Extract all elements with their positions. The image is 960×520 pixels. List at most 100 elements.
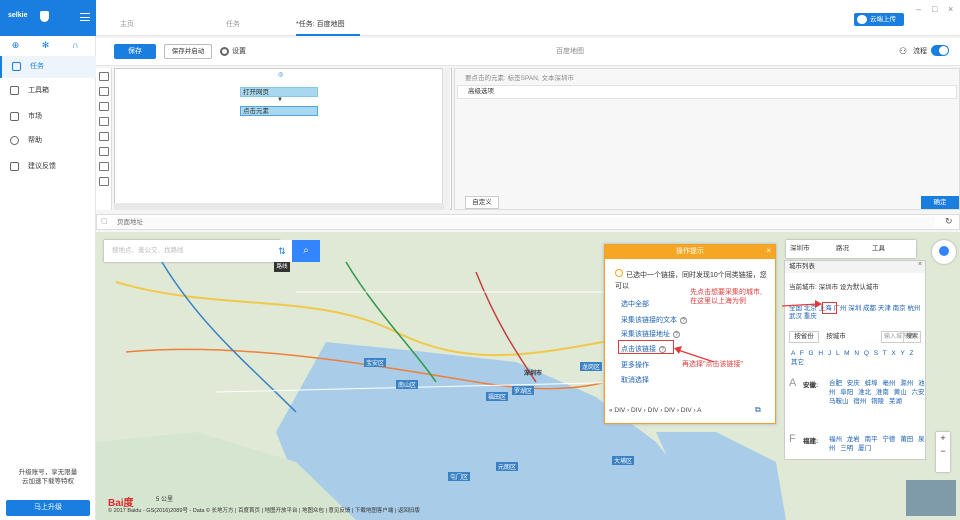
sidebar-item-label: 帮助 bbox=[28, 137, 42, 144]
map-label: 屯门区 bbox=[448, 472, 471, 481]
route-tooltip: 路线 bbox=[274, 262, 290, 272]
quick-actions: ⊕ ✻ ∩ bbox=[0, 38, 96, 54]
input-tool-icon[interactable] bbox=[99, 117, 109, 126]
properties-panel: 要点击的元素: 标签SPAN, 文本深圳市 高级选项 自定义 确定 bbox=[454, 68, 960, 210]
street-view-thumbnail[interactable] bbox=[906, 480, 956, 516]
open-page-tool-icon[interactable] bbox=[99, 72, 109, 81]
branch-tool-icon[interactable] bbox=[99, 177, 109, 186]
map-label: 南山区 bbox=[396, 380, 419, 389]
gear-icon[interactable]: ✻ bbox=[40, 40, 51, 51]
flow-toggle[interactable] bbox=[931, 45, 949, 56]
map-label: 龙岗区 bbox=[580, 362, 603, 371]
map-label: 宝安区 bbox=[364, 358, 387, 367]
sidebar-item-task[interactable]: 任务 bbox=[0, 56, 96, 78]
operation-popup-title: 操作提示 bbox=[676, 248, 704, 255]
extract-tool-icon[interactable] bbox=[99, 102, 109, 111]
captcha-tool-icon[interactable] bbox=[99, 132, 109, 141]
highlight-click-link bbox=[618, 340, 674, 354]
custom-button[interactable]: 自定义 bbox=[465, 196, 499, 209]
flow-label-wrap: ⚇ 流程 bbox=[899, 44, 927, 59]
flow-label: 流程 bbox=[913, 48, 927, 55]
map-search-button[interactable]: ⌕ bbox=[292, 240, 320, 262]
loop-tool-icon[interactable] bbox=[99, 162, 109, 171]
tab-bar: 主页 任务 *任务: 百度地图 云端上传 – □ × bbox=[96, 0, 960, 36]
sidebar-item-feedback[interactable]: 建议反馈 bbox=[0, 156, 96, 178]
headset-icon[interactable]: ∩ bbox=[70, 40, 81, 51]
info-icon bbox=[615, 269, 623, 277]
sidebar-item-label: 工具箱 bbox=[28, 87, 49, 94]
map-scale: 5 公里 bbox=[156, 497, 174, 503]
map-label: 福田区 bbox=[486, 392, 509, 401]
operation-popup-header[interactable]: 操作提示 bbox=[605, 245, 775, 259]
flow-icon: ⚇ bbox=[899, 46, 908, 56]
upgrade-button[interactable]: 马上升级 bbox=[6, 500, 90, 516]
add-icon[interactable]: ⊕ bbox=[10, 40, 21, 51]
flow-arrow-icon: ▼ bbox=[277, 97, 283, 103]
brand-header: selkie bbox=[0, 0, 96, 36]
province-name[interactable]: 安徽: bbox=[803, 379, 818, 389]
map-search-input[interactable]: 搜地点、查公交、找路线 bbox=[104, 240, 280, 262]
select-all-link[interactable]: 选中全部 bbox=[621, 299, 649, 309]
toolbox-icon bbox=[10, 86, 19, 95]
menu-icon[interactable] bbox=[80, 13, 90, 21]
refresh-icon[interactable]: ↻ bbox=[945, 216, 953, 227]
sidebar-item-help[interactable]: 帮助 bbox=[0, 130, 96, 152]
province-cities[interactable]: 福州 龙岩 南平 宁德 莆田 泉州 三明 厦门 bbox=[829, 435, 925, 453]
brand-logo: selkie bbox=[8, 12, 28, 19]
map-label: 大埔区 bbox=[612, 456, 635, 465]
close-icon[interactable]: × bbox=[948, 4, 953, 14]
cloud-upload-button[interactable]: 云端上传 bbox=[854, 13, 904, 26]
route-icon[interactable]: ⇅ bbox=[272, 240, 292, 262]
traffic-button[interactable]: 路况 bbox=[836, 240, 849, 258]
sidebar-item-label: 市场 bbox=[28, 113, 42, 120]
url-bar: ▢ ↻ bbox=[96, 214, 960, 230]
task-toolbar: 保存 保存并启动 设置 百度地图 ⚇ 流程 bbox=[96, 38, 960, 66]
external-link-icon[interactable]: ⧉ bbox=[755, 405, 761, 415]
tab-tasks[interactable]: 任务 bbox=[226, 18, 240, 36]
sidebar-item-toolbox[interactable]: 工具箱 bbox=[0, 80, 96, 102]
advanced-options[interactable]: 高级选项 bbox=[457, 85, 957, 99]
sidebar: selkie ⊕ ✻ ∩ 任务 工具箱 市场 帮助 建议反馈 升级账号，享无限量… bbox=[0, 0, 96, 520]
gear-icon bbox=[220, 47, 229, 56]
save-button[interactable]: 保存 bbox=[114, 44, 156, 59]
canvas-scrollbar-vertical[interactable] bbox=[442, 68, 450, 210]
tab-baidu-map[interactable]: *任务: 百度地图 bbox=[296, 18, 360, 36]
map-copyright: © 2017 Baidu - GS(2016)2089号 - Data © 长地… bbox=[108, 508, 420, 514]
designer-tools bbox=[96, 68, 112, 210]
extract-text-label: 采集该链接的文本 bbox=[621, 317, 677, 324]
canvas-scrollbar-horizontal[interactable] bbox=[114, 203, 444, 210]
switch-tool-icon[interactable] bbox=[99, 147, 109, 156]
settings-button[interactable]: 设置 bbox=[220, 44, 246, 59]
more-actions-link[interactable]: 更多操作 bbox=[621, 360, 649, 370]
url-input[interactable] bbox=[115, 217, 935, 228]
help-icon bbox=[10, 136, 19, 145]
flow-node-click[interactable]: 点击元素 bbox=[240, 106, 318, 116]
sidebar-item-market[interactable]: 市场 bbox=[0, 106, 96, 128]
cloud-icon bbox=[857, 15, 867, 24]
map-city-selector[interactable]: 深圳市 bbox=[790, 240, 810, 258]
zoom-in-icon[interactable]: + bbox=[936, 432, 950, 445]
province-name[interactable]: 福建: bbox=[803, 435, 818, 445]
close-icon[interactable]: × bbox=[918, 261, 922, 268]
cloud-upload-label: 云端上传 bbox=[870, 16, 896, 23]
zoom-out-icon[interactable]: − bbox=[936, 445, 950, 458]
save-and-run-button[interactable]: 保存并启动 bbox=[164, 44, 212, 59]
confirm-button[interactable]: 确定 bbox=[921, 196, 959, 209]
city-list-title: 城市列表 bbox=[789, 263, 815, 270]
city-search-button[interactable]: 搜索 bbox=[903, 331, 921, 343]
avatar[interactable] bbox=[932, 240, 956, 264]
province-cities[interactable]: 合肥 安庆 蚌埠 亳州 滁州 池州 阜阳 淮北 淮南 黄山 六安 马鞍山 宿州 … bbox=[829, 379, 925, 406]
flow-canvas[interactable]: 打开网页 点击元素 ◎ ▼ bbox=[114, 68, 452, 210]
task-icon bbox=[12, 62, 21, 71]
maximize-icon[interactable]: □ bbox=[932, 4, 937, 14]
map-label: 罗湖区 bbox=[512, 386, 535, 395]
map-toolbar: 深圳市 路况 工具 bbox=[786, 240, 916, 258]
group-letter: F bbox=[789, 433, 796, 445]
cancel-selection-link[interactable]: 取消选择 bbox=[621, 375, 649, 385]
tools-button[interactable]: 工具 bbox=[872, 240, 885, 258]
close-icon[interactable]: × bbox=[766, 246, 771, 255]
minimize-icon[interactable]: – bbox=[916, 4, 921, 14]
flow-node-open-page[interactable]: 打开网页 bbox=[240, 87, 318, 97]
tab-home[interactable]: 主页 bbox=[120, 18, 134, 36]
click-tool-icon[interactable] bbox=[99, 87, 109, 96]
